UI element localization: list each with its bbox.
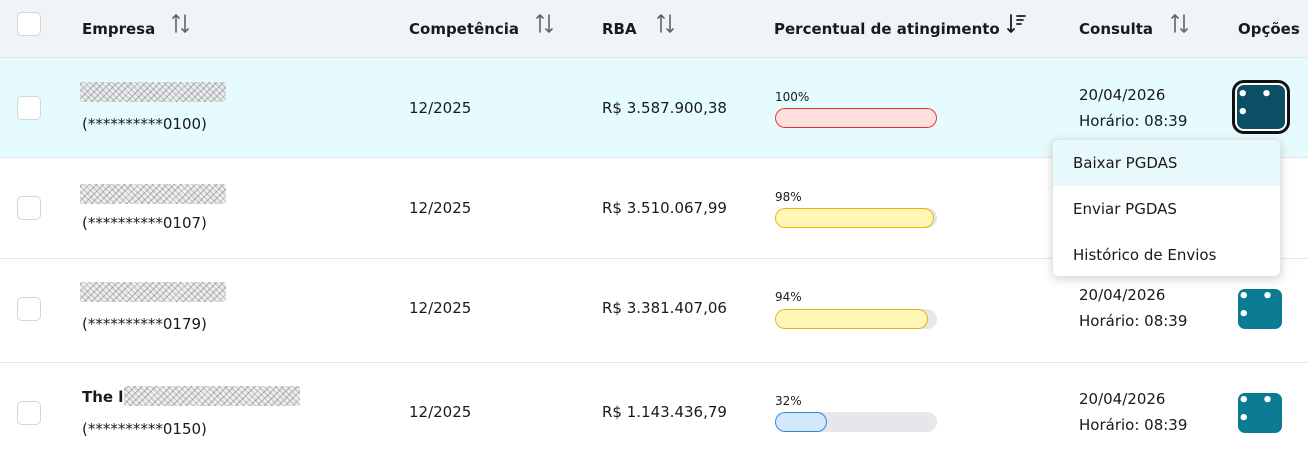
progress-fill [775,309,928,329]
percent-label: 100% [775,90,810,104]
percent-label: 98% [775,190,802,204]
company-cnpj: (**********0150) [82,420,207,438]
redacted-company-name [80,282,226,302]
progress-fill [775,208,934,228]
row-checkbox[interactable] [17,297,41,321]
progress-fill [775,108,937,128]
column-label: Opções [1238,20,1300,38]
consulta-time: Horário: 08:39 [1079,312,1188,330]
progress-bar [775,412,937,432]
menu-item-enviar-pgdas[interactable]: Enviar PGDAS [1053,186,1280,232]
consulta-date: 20/04/2026 [1079,86,1166,104]
consulta-time: Horário: 08:39 [1079,112,1188,130]
sort-both-icon[interactable] [1169,11,1191,37]
company-name-prefix: The l [82,388,124,406]
menu-item-historico-envios[interactable]: Histórico de Envios [1053,232,1280,276]
redacted-company-name [124,386,300,406]
row-checkbox[interactable] [17,401,41,425]
select-all-checkbox[interactable] [17,12,41,36]
competencia-value: 12/2025 [409,403,472,421]
more-dots-icon: • • • [1237,84,1276,123]
progress-fill [775,412,827,432]
progress-bar [775,208,937,228]
consulta-date: 20/04/2026 [1079,286,1166,304]
progress-bar [775,309,937,329]
company-cnpj: (**********0100) [82,115,207,133]
options-button[interactable]: • • • [1232,80,1290,134]
row-checkbox[interactable] [17,96,41,120]
consulta-date: 20/04/2026 [1079,390,1166,408]
sort-both-icon[interactable] [534,11,556,37]
consulta-time: Horário: 08:39 [1079,416,1188,434]
company-cnpj: (**********0179) [82,315,207,333]
column-label: Competência [409,20,520,38]
consulta-info: 20/04/2026 Horário: 08:39 [1079,386,1187,438]
options-button[interactable]: • • • [1238,390,1282,433]
more-dots-icon: • • • [1238,390,1277,429]
column-header-competencia[interactable]: Competência [409,0,519,58]
rba-value: R$ 1.143.436,79 [602,403,727,421]
column-label: Consulta [1079,20,1154,38]
column-header-empresa[interactable]: Empresa [82,0,155,58]
rba-value: R$ 3.587.900,38 [602,99,727,117]
menu-item-baixar-pgdas[interactable]: Baixar PGDAS [1053,140,1280,186]
table-header: Empresa Competência RBA Percentual de at… [0,0,1308,58]
row-checkbox[interactable] [17,196,41,220]
competencia-value: 12/2025 [409,299,472,317]
sort-both-icon[interactable] [170,11,192,37]
redacted-company-name [80,82,226,102]
percent-label: 94% [775,290,802,304]
rba-value: R$ 3.381.407,06 [602,299,727,317]
column-label: Percentual de atingimento [774,20,1000,38]
redacted-company-name [80,184,226,204]
progress-bar [775,108,937,128]
options-menu: Baixar PGDAS Enviar PGDAS Histórico de E… [1052,139,1281,277]
consulta-info: 20/04/2026 Horário: 08:39 [1079,82,1187,134]
rba-value: R$ 3.510.067,99 [602,199,727,217]
column-header-consulta[interactable]: Consulta [1079,0,1153,58]
table-row[interactable]: The l (**********0150) 12/2025 R$ 1.143.… [0,363,1308,452]
consulta-info: 20/04/2026 Horário: 08:39 [1079,282,1187,334]
sort-both-icon[interactable] [655,11,677,37]
competencia-value: 12/2025 [409,99,472,117]
company-cnpj: (**********0107) [82,214,207,232]
column-header-opcoes: Opções [1238,0,1300,58]
competencia-value: 12/2025 [409,199,472,217]
options-button[interactable]: • • • [1238,286,1282,329]
more-dots-icon: • • • [1238,286,1277,325]
column-header-rba[interactable]: RBA [602,0,637,58]
column-label: Empresa [82,20,156,38]
percent-label: 32% [775,394,802,408]
column-label: RBA [602,20,637,38]
column-header-percentual[interactable]: Percentual de atingimento [774,0,1000,58]
sort-descending-icon[interactable] [1006,11,1028,37]
